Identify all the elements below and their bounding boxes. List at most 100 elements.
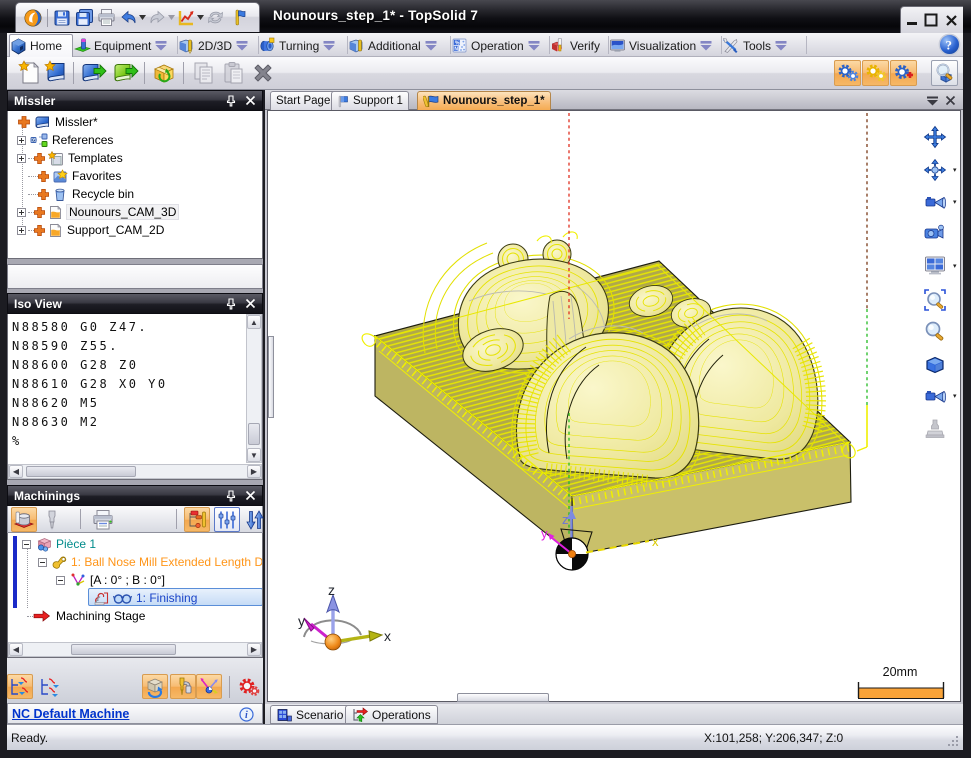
machinings-horizontal-scrollbar[interactable]: ◀ ▶ [8, 642, 262, 657]
tree-item-recycle-bin[interactable]: Recycle bin [8, 185, 134, 203]
new-document-button[interactable] [16, 59, 44, 87]
scroll-thumb[interactable] [71, 644, 176, 655]
doc-tab-support-1[interactable]: Support 1 [331, 91, 409, 110]
scroll-left-arrow[interactable]: ◀ [9, 465, 23, 478]
scroll-left-arrow[interactable]: ◀ [9, 643, 23, 656]
tab-list-chevron-icon[interactable] [926, 96, 939, 106]
ribbon-tab-verify[interactable]: Verify [550, 34, 608, 57]
tree-item-references[interactable]: G References [8, 131, 113, 149]
tree-item-missler-root[interactable]: Missler* [8, 113, 98, 131]
ribbon-tab-home[interactable]: Home [9, 34, 73, 57]
tool-setup-button[interactable] [39, 507, 65, 532]
simulation-button[interactable] [236, 674, 262, 699]
scroll-down-arrow[interactable]: ▼ [247, 448, 261, 462]
pin-icon[interactable] [226, 95, 236, 107]
expand-plus-icon[interactable] [17, 136, 26, 145]
stop-computation-button[interactable] [890, 60, 917, 86]
resize-grip-icon[interactable] [948, 736, 960, 748]
ribbon-tab-additional[interactable]: Additional [348, 34, 450, 57]
save-button[interactable] [51, 7, 73, 29]
paste-button[interactable] [220, 59, 248, 87]
tree-filter-1-button[interactable] [7, 674, 33, 699]
show-tool-button[interactable] [170, 674, 196, 699]
expand-plus-icon[interactable] [17, 208, 26, 217]
ribbon-tab-tools[interactable]: Tools [722, 34, 805, 57]
delete-button[interactable] [249, 59, 277, 87]
tab-operations[interactable]: Operations [345, 705, 438, 724]
view-direction-dropdown[interactable]: ▾ [953, 198, 961, 206]
view-direction-button[interactable] [922, 189, 948, 215]
flag-button[interactable] [226, 7, 248, 29]
orbit-dropdown[interactable]: ▾ [953, 166, 961, 174]
workpiece-setup-button[interactable] [11, 507, 37, 532]
pin-icon[interactable] [226, 490, 236, 502]
topsolid-logo-icon[interactable] [22, 7, 44, 29]
tree-item-nounours-cam-3d[interactable]: Nounours_CAM_3D [8, 203, 178, 221]
tab-scenario[interactable]: Scenario [270, 705, 350, 724]
zoom-button[interactable] [922, 319, 948, 345]
tree-item-piece[interactable]: Pièce 1 [8, 535, 96, 553]
open-document-button[interactable] [79, 59, 107, 87]
expand-minus-icon[interactable] [22, 540, 31, 549]
tree-filter-2-button[interactable] [37, 674, 63, 699]
expand-minus-icon[interactable] [38, 558, 47, 567]
generate-machining-button[interactable] [834, 60, 861, 86]
iso-view-gcode-area[interactable]: N88580 G0 Z47. N88590 Z55. N88600 G28 Z0… [7, 314, 263, 480]
tree-item-templates[interactable]: Templates [8, 149, 123, 167]
undo-dropdown[interactable] [139, 7, 146, 29]
print-button[interactable] [95, 7, 117, 29]
maximize-button[interactable] [924, 13, 938, 27]
left-splitter-handle[interactable] [268, 336, 274, 418]
scroll-right-arrow[interactable]: ▶ [247, 465, 261, 478]
scroll-thumb[interactable] [248, 423, 260, 445]
ribbon-tab-visualization[interactable]: Visualization [609, 34, 721, 57]
redo-dropdown[interactable] [168, 7, 175, 29]
export-report-button[interactable] [175, 7, 197, 29]
tree-view-button[interactable] [184, 507, 210, 532]
camera-button[interactable] [922, 220, 948, 246]
viewport-layout-button[interactable] [922, 253, 948, 279]
expand-plus-icon[interactable] [17, 226, 26, 235]
close-button[interactable] [945, 14, 958, 27]
close-document-icon[interactable] [945, 95, 956, 106]
new-from-template-button[interactable] [42, 59, 70, 87]
search-analyze-button[interactable] [931, 60, 958, 86]
show-axes-button[interactable] [196, 674, 222, 699]
view-from-face-button[interactable] [922, 383, 948, 409]
minimize-button[interactable] [906, 13, 918, 27]
export-dropdown[interactable] [197, 7, 204, 29]
print-gcode-button[interactable] [90, 507, 116, 532]
import-document-button[interactable] [111, 59, 139, 87]
zoom-window-button[interactable] [922, 287, 948, 313]
ribbon-tab-turning[interactable]: Turning [259, 34, 347, 57]
compute-all-button[interactable] [862, 60, 889, 86]
missler-filter-box[interactable] [7, 264, 263, 289]
orbit-view-button[interactable] [922, 157, 948, 183]
close-icon[interactable] [245, 298, 256, 309]
ribbon-tab-2d3d[interactable]: 2D/3D [178, 34, 258, 57]
copy-button[interactable] [190, 59, 218, 87]
scroll-up-arrow[interactable]: ▲ [247, 315, 261, 329]
doc-tab-nounours[interactable]: Nounours_step_1* [417, 91, 551, 110]
tree-item-machining-stage[interactable]: Machining Stage [8, 607, 145, 625]
scroll-thumb[interactable] [26, 466, 136, 477]
tree-item-orientation[interactable]: [A : 0° ; B : 0°] [8, 571, 165, 589]
expand-plus-icon[interactable] [17, 154, 26, 163]
tree-item-support-cam-2d[interactable]: Support_CAM_2D [8, 221, 164, 239]
tree-item-finishing[interactable]: 1: Finishing [8, 589, 197, 607]
iso-vertical-scrollbar[interactable]: ▲ ▼ [246, 314, 262, 463]
tree-item-tool[interactable]: 1: Ball Nose Mill Extended Length D8 [8, 553, 263, 571]
pin-icon[interactable] [226, 298, 236, 310]
iso-horizontal-scrollbar[interactable]: ◀ ▶ [8, 464, 262, 479]
ribbon-tab-equipment[interactable]: Equipment [74, 34, 176, 57]
tree-item-favorites[interactable]: Favorites [8, 167, 121, 185]
scroll-right-arrow[interactable]: ▶ [247, 643, 261, 656]
viewport-3d[interactable]: z y x z y x [267, 110, 961, 702]
machine-view-button[interactable] [922, 416, 948, 442]
close-icon[interactable] [245, 95, 256, 106]
help-button[interactable]: ? [938, 33, 961, 59]
undo-button[interactable] [117, 7, 139, 29]
view-from-face-dropdown[interactable]: ▾ [953, 392, 961, 400]
parameters-view-button[interactable] [214, 507, 240, 532]
save-all-button[interactable] [73, 7, 95, 29]
